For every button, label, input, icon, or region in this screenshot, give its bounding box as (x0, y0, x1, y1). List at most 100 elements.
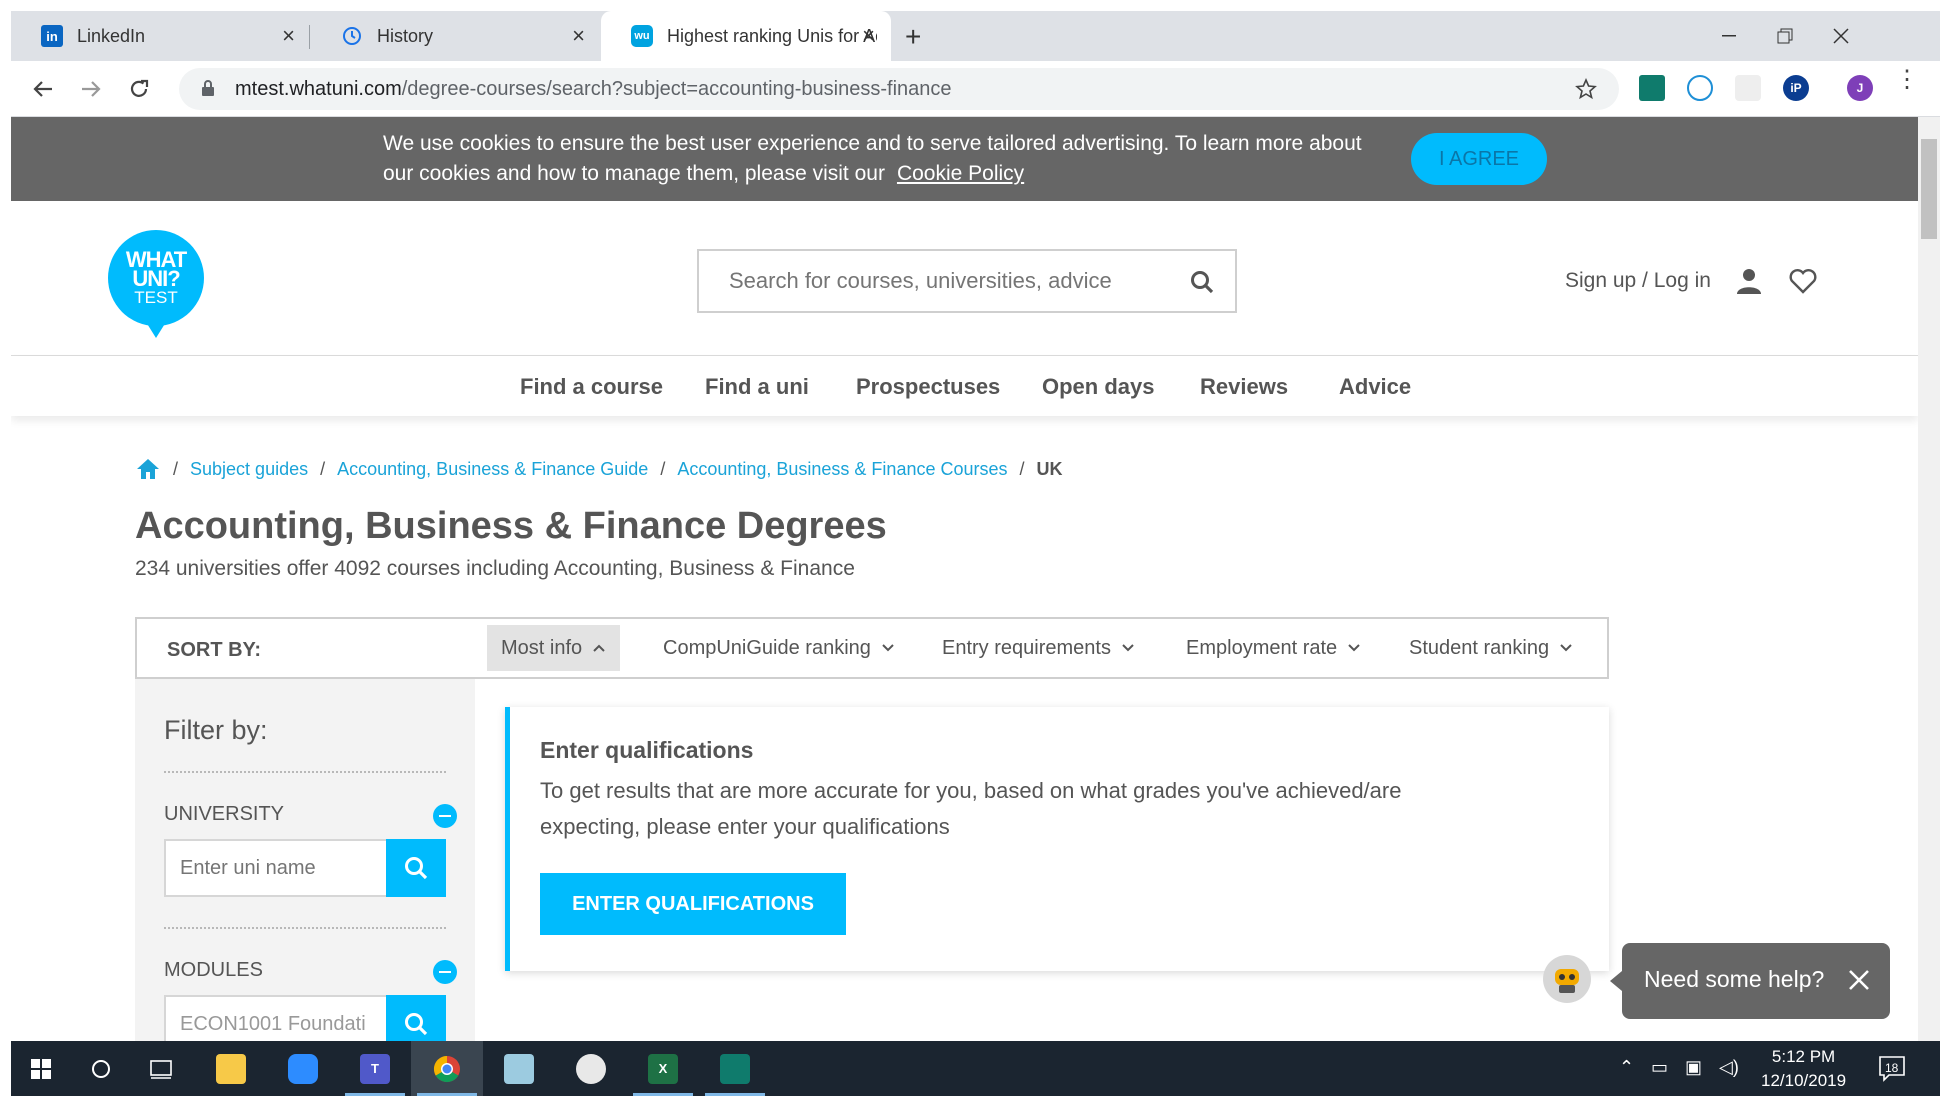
search-icon[interactable] (1189, 269, 1215, 295)
filter-sidebar: Filter by: UNIVERSITY MODULES (135, 679, 475, 1041)
network-icon[interactable]: ▣ (1685, 1057, 1702, 1078)
sort-entry-requirements[interactable]: Entry requirements (942, 625, 1135, 671)
breadcrumb-courses[interactable]: Accounting, Business & Finance Courses (677, 459, 1007, 480)
tab-linkedin[interactable]: in LinkedIn × (11, 11, 311, 61)
main-nav: Find a course Find a uni Prospectuses Op… (11, 356, 1918, 416)
nav-find-uni[interactable]: Find a uni (705, 374, 809, 400)
site-logo[interactable]: WHAT UNI? TEST (108, 230, 204, 338)
page-scrollbar[interactable] (1918, 117, 1940, 1041)
search-icon (405, 857, 428, 880)
home-icon[interactable] (135, 457, 161, 481)
tab-history[interactable]: History × (311, 11, 601, 61)
modules-input[interactable] (166, 997, 386, 1041)
tracker-app-icon[interactable] (699, 1041, 771, 1096)
university-filter (164, 839, 446, 897)
windows-start-icon[interactable] (11, 1041, 71, 1096)
browser-toolbar: mtest.whatuni.com/degree-courses/search?… (11, 61, 1940, 117)
url-text: mtest.whatuni.com/degree-courses/search?… (235, 78, 952, 100)
close-icon[interactable] (1846, 967, 1872, 993)
taskbar: T X ⌃ ▭ ▣ ◁) 5:12 PM 12/10/2019 18 (11, 1041, 1940, 1096)
tab-whatuni[interactable]: wu Highest ranking Unis for Accounti × (601, 11, 891, 61)
user-icon[interactable] (1735, 267, 1763, 295)
tab-title: LinkedIn (77, 25, 146, 46)
chevron-down-icon (1122, 644, 1134, 652)
window-close-icon[interactable] (1813, 19, 1869, 53)
minimize-icon[interactable] (1701, 19, 1757, 53)
sort-student-ranking[interactable]: Student ranking (1409, 625, 1573, 671)
sort-most-info[interactable]: Most info (487, 625, 621, 671)
system-clock[interactable]: 5:12 PM 12/10/2019 (1761, 1045, 1846, 1093)
sort-employment-rate[interactable]: Employment rate (1186, 625, 1361, 671)
site-search-input[interactable] (699, 251, 1159, 311)
history-icon (341, 25, 363, 47)
heart-icon[interactable] (1788, 267, 1818, 295)
page-title: Accounting, Business & Finance Degrees (135, 505, 887, 547)
signup-login-link[interactable]: Sign up / Log in (1565, 269, 1711, 293)
task-view-icon[interactable] (131, 1041, 191, 1096)
paint-icon[interactable] (555, 1041, 627, 1096)
restore-icon[interactable] (1757, 19, 1813, 53)
enter-qualifications-button[interactable]: ENTER QUALIFICATIONS (540, 873, 846, 935)
university-input[interactable] (166, 841, 386, 895)
nav-find-course[interactable]: Find a course (520, 374, 663, 400)
nav-prospectuses[interactable]: Prospectuses (856, 374, 1000, 400)
excel-icon[interactable]: X (627, 1041, 699, 1096)
cookie-text: We use cookies to ensure the best user e… (383, 132, 1362, 185)
cookie-banner: We use cookies to ensure the best user e… (11, 117, 1918, 201)
linkedin-icon: in (41, 25, 63, 47)
notes-app-icon[interactable] (483, 1041, 555, 1096)
tab-title: Highest ranking Unis for Accounti (667, 25, 877, 46)
page-viewport: We use cookies to ensure the best user e… (11, 117, 1940, 1041)
modules-search-button[interactable] (386, 995, 446, 1041)
agree-button[interactable]: I AGREE (1411, 133, 1547, 185)
chatbot-icon[interactable] (1543, 955, 1591, 1003)
chevron-down-icon (1560, 644, 1572, 652)
show-hidden-icons-icon[interactable]: ⌃ (1619, 1057, 1634, 1078)
close-icon[interactable]: × (572, 25, 585, 47)
search-icon (405, 1013, 428, 1036)
university-search-button[interactable] (386, 839, 446, 897)
sort-compuniguide-ranking[interactable]: CompUniGuide ranking (663, 625, 895, 671)
chevron-up-icon (593, 644, 605, 652)
file-explorer-icon[interactable] (195, 1041, 267, 1096)
search-circle-icon[interactable] (71, 1041, 131, 1096)
chrome-icon[interactable] (411, 1041, 483, 1096)
extension-ip-icon[interactable]: iP (1783, 75, 1809, 101)
close-icon[interactable]: × (282, 25, 295, 47)
help-text: Need some help? (1644, 966, 1825, 992)
filter-title: Filter by: (164, 715, 268, 745)
collapse-minus-icon[interactable] (433, 804, 457, 828)
new-tab-button[interactable]: + (905, 21, 921, 53)
breadcrumb-current: UK (1036, 458, 1063, 479)
page-subtitle: 234 universities offer 4092 courses incl… (135, 557, 855, 580)
bookmark-star-icon[interactable] (1575, 78, 1597, 100)
extension-norton-icon[interactable] (1687, 75, 1713, 101)
reload-icon[interactable] (119, 69, 159, 109)
help-bubble[interactable]: Need some help? (1610, 943, 1890, 1019)
close-icon[interactable]: × (862, 25, 875, 47)
forward-icon[interactable] (71, 69, 111, 109)
profile-avatar[interactable]: J (1847, 75, 1873, 101)
collapse-minus-icon[interactable] (433, 960, 457, 984)
browser-window: in LinkedIn × History × wu Highest ranki… (11, 11, 1940, 1096)
nav-reviews[interactable]: Reviews (1200, 374, 1288, 400)
filter-modules-label: MODULES (164, 959, 263, 981)
extension-grammar-icon[interactable] (1639, 75, 1665, 101)
extension-screenshot-icon[interactable] (1735, 75, 1761, 101)
filter-university-label: UNIVERSITY (164, 803, 285, 825)
cookie-policy-link[interactable]: Cookie Policy (897, 162, 1024, 185)
battery-icon[interactable]: ▭ (1651, 1057, 1668, 1078)
breadcrumb-subject-guides[interactable]: Subject guides (190, 459, 308, 480)
back-icon[interactable] (23, 69, 63, 109)
tab-title: History (377, 25, 434, 46)
zoom-icon[interactable] (267, 1041, 339, 1096)
address-bar[interactable]: mtest.whatuni.com/degree-courses/search?… (179, 68, 1619, 110)
nav-advice[interactable]: Advice (1339, 374, 1411, 400)
more-menu-icon[interactable]: ⋮ (1895, 68, 1919, 92)
chevron-down-icon (882, 644, 894, 652)
nav-open-days[interactable]: Open days (1042, 374, 1154, 400)
notifications-icon[interactable]: 18 (1877, 1053, 1907, 1083)
teams-icon[interactable]: T (339, 1041, 411, 1096)
breadcrumb-guide[interactable]: Accounting, Business & Finance Guide (337, 459, 648, 480)
volume-icon[interactable]: ◁) (1719, 1057, 1739, 1078)
